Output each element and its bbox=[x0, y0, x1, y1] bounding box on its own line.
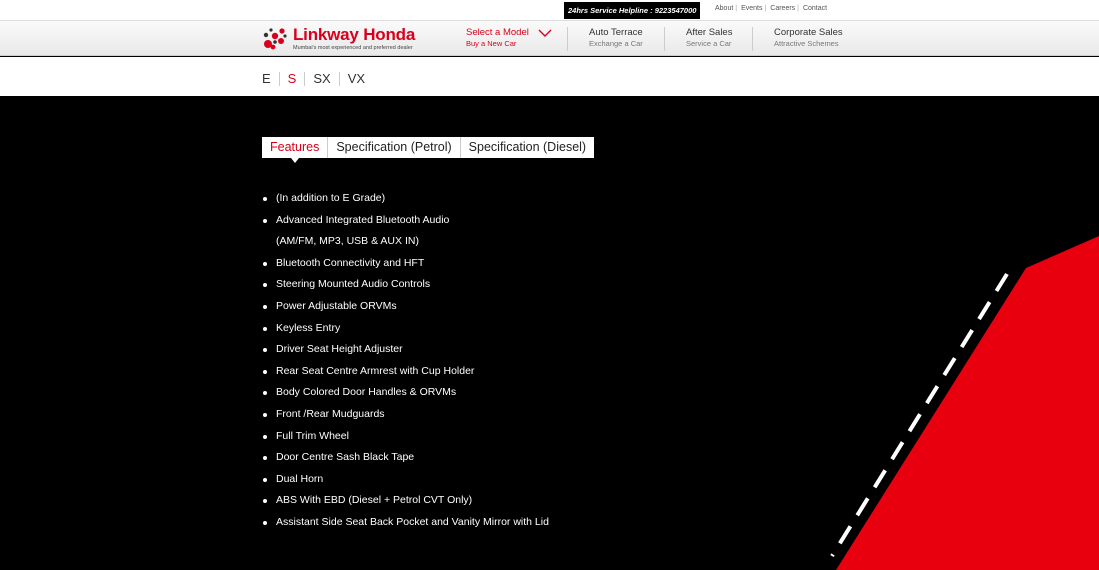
nav-divider bbox=[567, 27, 568, 51]
nav-divider bbox=[752, 27, 753, 51]
brand-logo[interactable]: Linkway Honda Mumbai's most experienced … bbox=[262, 25, 422, 53]
grade-tab-label: S bbox=[287, 71, 297, 86]
list-item: Assistant Side Seat Back Pocket and Vani… bbox=[262, 512, 549, 534]
about-link[interactable]: About bbox=[715, 5, 733, 12]
list-item: Body Colored Door Handles & ORVMs bbox=[262, 382, 549, 404]
contact-link[interactable]: Contact bbox=[803, 5, 827, 12]
nav-item-sublabel: Service a Car bbox=[686, 39, 732, 48]
grade-tabs: E S SX VX bbox=[262, 71, 373, 102]
careers-link[interactable]: Careers bbox=[770, 5, 795, 12]
list-item: Full Trim Wheel bbox=[262, 426, 549, 448]
nav-divider bbox=[664, 27, 665, 51]
site-header: Linkway Honda Mumbai's most experienced … bbox=[0, 20, 1099, 56]
active-tab-pointer bbox=[290, 158, 299, 163]
brand-tagline: Mumbai's most experienced and preferred … bbox=[293, 45, 413, 51]
list-item: Door Centre Sash Black Tape bbox=[262, 447, 549, 469]
top-links: About | Events | Careers | Contact bbox=[715, 5, 828, 12]
features-panel: Features Specification (Petrol) Specific… bbox=[0, 96, 1099, 570]
tab-label: Features bbox=[270, 140, 320, 154]
list-item: Bluetooth Connectivity and HFT bbox=[262, 253, 549, 275]
brand-name: Linkway Honda bbox=[293, 25, 416, 44]
nav-item-label: Auto Terrace bbox=[589, 27, 643, 38]
nav-auto-terrace[interactable]: Auto Terrace Exchange a Car bbox=[589, 27, 643, 53]
list-item: Keyless Entry bbox=[262, 318, 549, 340]
list-item: Driver Seat Height Adjuster bbox=[262, 339, 549, 361]
list-item: Power Adjustable ORVMs bbox=[262, 296, 549, 318]
list-item: Advanced Integrated Bluetooth Audio bbox=[262, 210, 549, 232]
features-list: (In addition to E Grade) Advanced Integr… bbox=[262, 188, 549, 534]
grade-tab-s[interactable]: S bbox=[280, 71, 306, 102]
tab-specification-diesel[interactable]: Specification (Diesel) bbox=[461, 137, 594, 158]
list-item: Dual Horn bbox=[262, 469, 549, 491]
grade-tab-vx[interactable]: VX bbox=[340, 72, 373, 86]
list-item: Rear Seat Centre Armrest with Cup Holder bbox=[262, 361, 549, 383]
nav-corporate-sales[interactable]: Corporate Sales Attractive Schemes bbox=[774, 27, 843, 53]
honda-dots-logo-icon bbox=[263, 28, 287, 50]
list-item: ABS With EBD (Diesel + Petrol CVT Only) bbox=[262, 490, 549, 512]
top-utility-bar: 24hrs Service Helpline : 9223547000 Abou… bbox=[0, 0, 1099, 20]
nav-item-label: Corporate Sales bbox=[774, 27, 843, 38]
nav-item-sublabel: Buy a New Car bbox=[466, 39, 517, 48]
grade-selector-bar: E S SX VX bbox=[0, 57, 1099, 102]
list-item: (AM/FM, MP3, USB & AUX IN) bbox=[276, 235, 419, 248]
grade-tab-sx[interactable]: SX bbox=[305, 72, 340, 86]
list-item: (In addition to E Grade) bbox=[262, 188, 549, 210]
events-link[interactable]: Events bbox=[741, 5, 762, 12]
road-graphic bbox=[830, 236, 1099, 570]
nav-item-sublabel: Attractive Schemes bbox=[774, 39, 839, 48]
grade-tab-e[interactable]: E bbox=[262, 72, 280, 86]
nav-item-sublabel: Exchange a Car bbox=[589, 39, 643, 48]
chevron-down-icon[interactable] bbox=[538, 28, 552, 38]
list-item: Front /Rear Mudguards bbox=[262, 404, 549, 426]
list-item: Steering Mounted Audio Controls bbox=[262, 274, 549, 296]
tab-features[interactable]: Features bbox=[262, 137, 329, 163]
nav-item-label: Select a Model bbox=[466, 27, 529, 38]
spec-tabs: Features Specification (Petrol) Specific… bbox=[262, 137, 595, 163]
nav-item-label: After Sales bbox=[686, 27, 733, 38]
service-helpline: 24hrs Service Helpline : 9223547000 bbox=[564, 2, 701, 19]
nav-select-a-model[interactable]: Select a Model Buy a New Car bbox=[466, 27, 552, 53]
tab-specification-petrol[interactable]: Specification (Petrol) bbox=[328, 137, 461, 158]
nav-after-sales[interactable]: After Sales Service a Car bbox=[686, 27, 732, 53]
